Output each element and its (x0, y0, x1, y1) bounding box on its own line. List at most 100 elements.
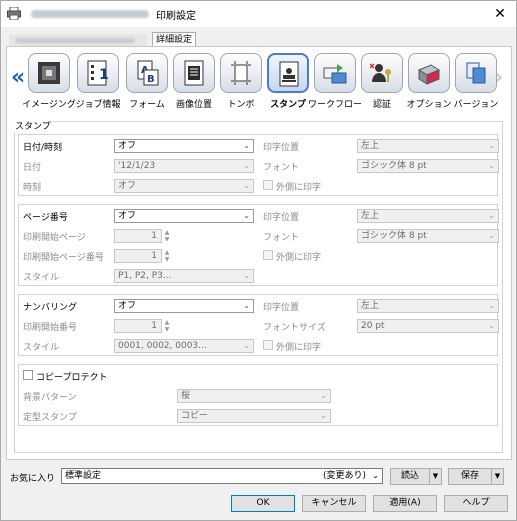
fixed-stamp-value: コピー (181, 411, 209, 421)
time-select[interactable]: オフ ⌄ (114, 179, 254, 193)
job-info-icon[interactable]: 1 (77, 53, 119, 93)
chevron-down-icon: ⌄ (372, 471, 379, 480)
numbering-label: ナンバリング (23, 303, 78, 313)
image-position-icon[interactable] (173, 53, 215, 93)
datetime-font-select[interactable]: ゴシック体 8 pt ⌄ (357, 159, 499, 173)
datetime-select[interactable]: オフ ⌄ (114, 139, 254, 153)
date-select[interactable]: '12/1/23 ⌄ (114, 159, 254, 173)
chevron-down-icon: ⌄ (488, 161, 495, 170)
authentication-icon[interactable] (361, 53, 403, 93)
numbering-outer-label: 外側に印字 (276, 343, 322, 353)
start-page-label: 印刷開始ページ (23, 233, 86, 243)
imaging-label: イメージング (22, 100, 76, 110)
numbering-position-select[interactable]: 左上 ⌄ (357, 299, 499, 313)
stamp-icon[interactable] (267, 53, 309, 93)
version-icon[interactable] (455, 53, 497, 93)
help-button[interactable]: ヘルプ (444, 495, 508, 512)
chevron-down-icon: ⌄ (243, 141, 250, 150)
workflow-icon[interactable] (314, 53, 356, 93)
page-font-select[interactable]: ゴシック体 8 pt ⌄ (357, 229, 499, 243)
save-button[interactable]: 保存 ▼ (448, 468, 504, 485)
start-page-number-input[interactable]: 1 (114, 249, 162, 263)
chevron-down-icon: ⌄ (243, 181, 250, 190)
save-dropdown-icon[interactable]: ▼ (491, 469, 503, 484)
page-style-label: スタイル (23, 273, 60, 283)
datetime-position-select[interactable]: 左上 ⌄ (357, 139, 499, 153)
printer-icon (7, 7, 21, 20)
numbering-select[interactable]: オフ ⌄ (114, 299, 254, 313)
save-button-label: 保存 (460, 471, 479, 481)
start-number-input[interactable]: 1 (114, 319, 162, 333)
page-style-select[interactable]: P1, P2, P3... ⌄ (114, 269, 254, 283)
tab-row: 詳細設定 (6, 32, 512, 47)
chevron-down-icon: ⌄ (243, 161, 250, 170)
version-label: バージョン (453, 100, 499, 110)
time-label: 時刻 (23, 183, 42, 193)
load-dropdown-icon[interactable]: ▼ (429, 469, 441, 484)
chevron-down-icon: ⌄ (243, 271, 250, 280)
crop-marks-icon[interactable] (220, 53, 262, 93)
imaging-icon[interactable] (28, 53, 70, 93)
favorites-value: 標準設定 (65, 471, 102, 481)
start-number-stepper[interactable]: ▲ ▼ (162, 319, 172, 333)
page-number-select[interactable]: オフ ⌄ (114, 209, 254, 223)
start-page-number-label: 印刷開始ページ番号 (23, 253, 104, 263)
numbering-select-value: オフ (118, 301, 137, 311)
cancel-button[interactable]: キャンセル (302, 495, 366, 512)
datetime-outer-label: 外側に印字 (276, 183, 322, 193)
page-position-select[interactable]: 左上 ⌄ (357, 209, 499, 223)
title-bar: 印刷設定 ✕ (1, 1, 516, 27)
page-number-select-value: オフ (118, 211, 137, 221)
tab-printer-blurred[interactable] (9, 34, 147, 46)
chevron-down-icon: ⌄ (488, 321, 495, 330)
stamp-group-title: スタンプ (13, 119, 53, 132)
close-button[interactable]: ✕ (488, 3, 512, 25)
time-select-value: オフ (118, 181, 137, 191)
start-page-stepper[interactable]: ▲ ▼ (162, 229, 172, 243)
chevron-down-icon: ⌄ (488, 211, 495, 220)
bg-pattern-select[interactable]: 桜 ⌄ (177, 389, 331, 403)
numbering-style-label: スタイル (23, 343, 60, 353)
fixed-stamp-label: 定型スタンプ (23, 413, 77, 423)
favorites-label: お気に入り (10, 474, 56, 484)
page-position-label: 印字位置 (263, 213, 300, 223)
load-button[interactable]: 読込 ▼ (390, 468, 442, 485)
datetime-font-label: フォント (263, 163, 300, 173)
start-page-input[interactable]: 1 (114, 229, 162, 243)
page-outer-checkbox[interactable] (263, 250, 273, 260)
form-icon[interactable]: AB (126, 53, 168, 93)
apply-button[interactable]: 適用(A) (373, 495, 437, 512)
bg-pattern-value: 桜 (181, 391, 191, 401)
start-number-label: 印刷開始番号 (23, 323, 78, 333)
scroll-left-icon[interactable]: « (11, 65, 25, 90)
option-icon[interactable] (408, 53, 450, 93)
numbering-position-value: 左上 (361, 301, 380, 311)
window-title: 印刷設定 (156, 11, 196, 22)
numbering-size-select[interactable]: 20 pt ⌄ (357, 319, 499, 333)
numbering-outer-checkbox[interactable] (263, 340, 273, 350)
chevron-down-icon: ⌄ (320, 411, 327, 420)
numbering-position-label: 印字位置 (263, 303, 300, 313)
chevron-down-icon: ⌄ (488, 301, 495, 310)
numbering-style-value: 0001, 0002, 0003... (118, 341, 207, 351)
print-settings-window: 印刷設定 ✕ 詳細設定 « » イメージング 1 ジョブ情報 AB フォーム (0, 0, 517, 521)
datetime-label: 日付/時刻 (23, 143, 63, 153)
ok-button[interactable]: OK (231, 495, 295, 512)
chevron-down-icon: ⌄ (488, 141, 495, 150)
page-number-label: ページ番号 (23, 213, 68, 223)
copy-protect-checkbox[interactable] (23, 370, 33, 380)
date-select-value: '12/1/23 (118, 161, 156, 171)
load-button-label: 読込 (400, 471, 419, 481)
chevron-down-icon: ⌄ (488, 231, 495, 240)
svg-text:1: 1 (99, 67, 109, 83)
fixed-stamp-select[interactable]: コピー ⌄ (177, 409, 331, 423)
numbering-style-select[interactable]: 0001, 0002, 0003... ⌄ (114, 339, 254, 353)
datetime-font-value: ゴシック体 8 pt (361, 161, 427, 171)
favorites-select[interactable]: 標準設定 (変更あり) ⌄ (61, 468, 383, 484)
datetime-outer-checkbox[interactable] (263, 180, 273, 190)
page-font-value: ゴシック体 8 pt (361, 231, 427, 241)
start-page-number-stepper[interactable]: ▲ ▼ (162, 249, 172, 263)
chevron-down-icon: ⌄ (243, 211, 250, 220)
tab-advanced[interactable]: 詳細設定 (152, 32, 196, 47)
main-panel: « » イメージング 1 ジョブ情報 AB フォーム 画像位置 トンボ (6, 46, 512, 460)
